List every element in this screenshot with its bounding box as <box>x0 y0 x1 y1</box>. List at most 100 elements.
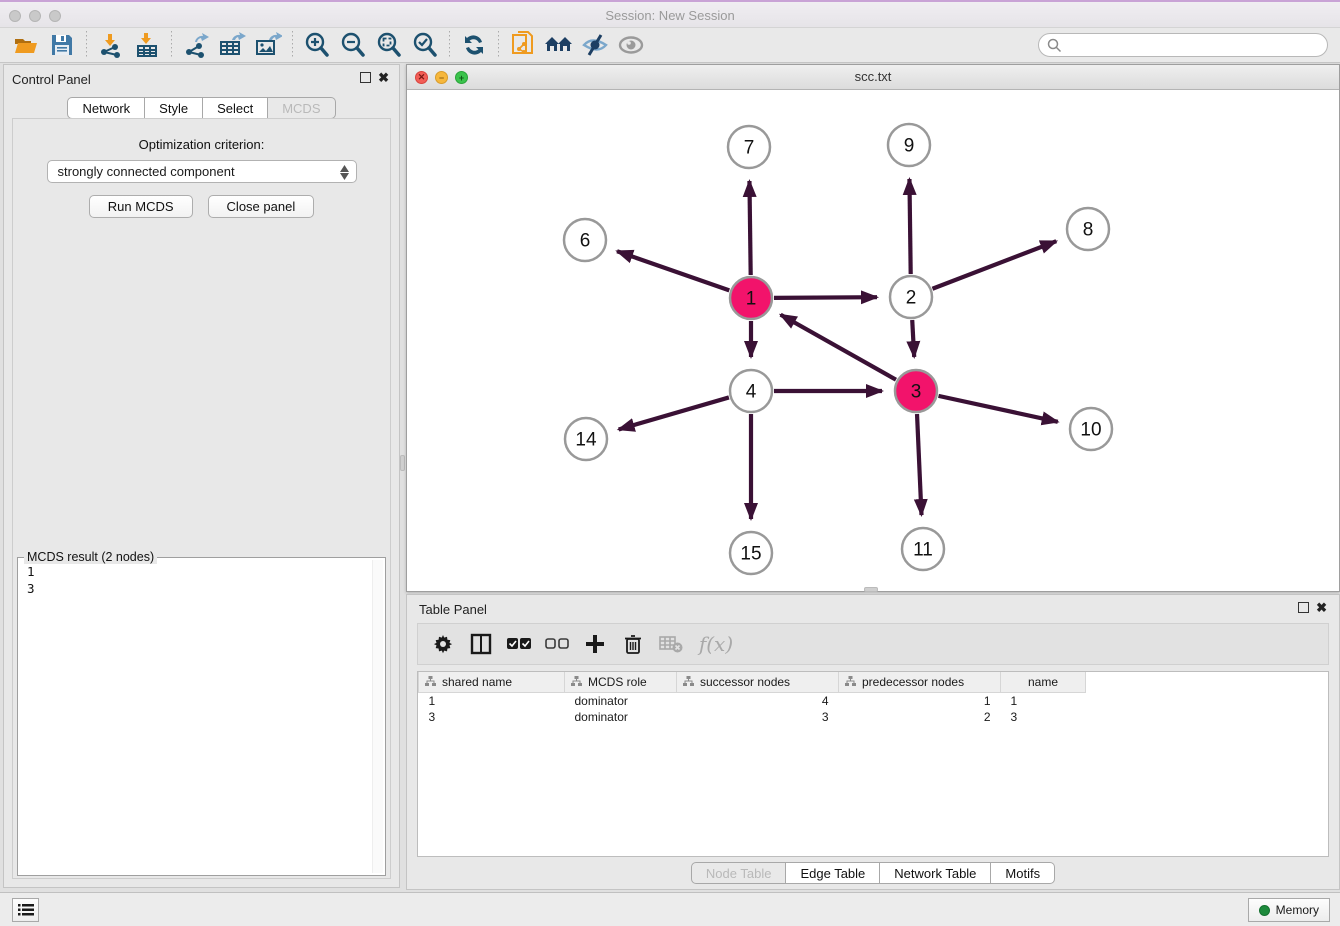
edge-3-10[interactable] <box>938 396 1057 422</box>
table-row[interactable]: 3dominator323 <box>419 709 1086 725</box>
table-cell[interactable]: 1 <box>1001 692 1086 709</box>
search-field[interactable] <box>1038 33 1328 57</box>
table-cell[interactable]: dominator <box>565 692 677 709</box>
task-history-button[interactable] <box>12 898 39 922</box>
table-cell[interactable]: 3 <box>677 709 839 725</box>
optimization-criterion-dropdown[interactable]: strongly connected component <box>47 160 357 183</box>
show-details-button[interactable] <box>613 30 649 60</box>
table-cell[interactable]: 2 <box>839 709 1001 725</box>
tab-node-table[interactable]: Node Table <box>691 862 787 884</box>
delete-table-button[interactable] <box>654 628 688 660</box>
node-label-3: 3 <box>911 382 922 403</box>
horizontal-splitter-handle[interactable] <box>864 587 878 592</box>
tab-motifs[interactable]: Motifs <box>991 862 1055 884</box>
edge-4-14[interactable] <box>619 397 729 429</box>
deselect-all-columns-button[interactable] <box>540 628 574 660</box>
open-folder-icon <box>13 33 39 57</box>
table-cell[interactable]: dominator <box>565 709 677 725</box>
mcds-result-text[interactable]: 1 3 <box>19 559 371 874</box>
vertical-splitter-handle[interactable] <box>400 455 405 471</box>
clone-network-button[interactable] <box>505 30 541 60</box>
export-network-button[interactable] <box>178 30 214 60</box>
table-cell[interactable]: 1 <box>839 692 1001 709</box>
select-all-columns-button[interactable] <box>502 628 536 660</box>
save-session-button[interactable] <box>44 30 80 60</box>
column-header-shared-name[interactable]: shared name <box>419 672 565 692</box>
column-header-successor-nodes[interactable]: successor nodes <box>677 672 839 692</box>
tab-style[interactable]: Style <box>145 97 203 119</box>
gear-icon <box>433 634 453 654</box>
hierarchy-icon <box>845 676 856 687</box>
memory-label: Memory <box>1276 903 1319 917</box>
export-table-icon <box>218 32 246 58</box>
table-settings-button[interactable] <box>426 628 460 660</box>
memory-button[interactable]: Memory <box>1248 898 1330 922</box>
double-house-icon <box>544 33 574 57</box>
float-table-panel-icon[interactable] <box>1298 602 1309 613</box>
close-table-panel-icon[interactable]: ✖ <box>1316 602 1327 613</box>
table-cell[interactable]: 4 <box>677 692 839 709</box>
create-column-button[interactable] <box>578 628 612 660</box>
mcds-result-box: MCDS result (2 nodes) 1 3 <box>17 557 386 876</box>
import-table-button[interactable] <box>129 30 165 60</box>
column-header-MCDS-role[interactable]: MCDS role <box>565 672 677 692</box>
hide-details-button[interactable] <box>577 30 613 60</box>
zoom-fit-button[interactable] <box>371 30 407 60</box>
eye-slash-icon <box>581 33 609 57</box>
search-input[interactable] <box>1062 35 1327 55</box>
tab-network[interactable]: Network <box>67 97 145 119</box>
result-scrollbar[interactable] <box>372 560 383 873</box>
home-button[interactable] <box>541 30 577 60</box>
float-panel-icon[interactable] <box>360 72 371 83</box>
run-mcds-button[interactable]: Run MCDS <box>89 195 193 218</box>
import-network-button[interactable] <box>93 30 129 60</box>
node-label-6: 6 <box>580 231 591 252</box>
column-header-predecessor-nodes[interactable]: predecessor nodes <box>839 672 1001 692</box>
table-cell[interactable]: 3 <box>419 709 565 725</box>
network-window-title: scc.txt <box>407 69 1339 84</box>
network-graph[interactable]: 7968124314101511 <box>407 90 1339 591</box>
edge-1-7[interactable] <box>749 181 750 275</box>
edge-2-9[interactable] <box>909 179 910 274</box>
column-header-name[interactable]: name <box>1001 672 1086 692</box>
search-icon <box>1047 38 1062 53</box>
refresh-icon <box>461 32 487 58</box>
node-label-8: 8 <box>1083 220 1094 241</box>
edge-2-8[interactable] <box>932 241 1056 289</box>
function-builder-button[interactable]: f(x) <box>692 628 740 660</box>
export-image-button[interactable] <box>250 30 286 60</box>
zoom-in-button[interactable] <box>299 30 335 60</box>
node-label-9: 9 <box>904 136 915 157</box>
tab-select[interactable]: Select <box>203 97 268 119</box>
node-label-1: 1 <box>746 289 757 310</box>
fx-icon: f(x) <box>699 632 733 656</box>
columns-icon <box>470 633 492 655</box>
export-table-button[interactable] <box>214 30 250 60</box>
node-table: shared nameMCDS rolesuccessor nodesprede… <box>417 671 1329 857</box>
toolbar-separator <box>86 31 87 59</box>
tab-mcds[interactable]: MCDS <box>268 97 335 119</box>
network-canvas[interactable]: 7968124314101511 <box>407 90 1339 591</box>
zoom-selected-button[interactable] <box>407 30 443 60</box>
edge-3-1[interactable] <box>781 315 896 380</box>
hierarchy-icon <box>683 676 694 687</box>
close-panel-button[interactable]: Close panel <box>208 195 315 218</box>
tab-edge-table[interactable]: Edge Table <box>786 862 880 884</box>
network-window-titlebar[interactable]: ✕ − + scc.txt <box>407 65 1339 90</box>
tab-network-table[interactable]: Network Table <box>880 862 991 884</box>
edge-2-3[interactable] <box>912 320 914 357</box>
delete-column-button[interactable] <box>616 628 650 660</box>
open-session-button[interactable] <box>8 30 44 60</box>
edge-1-6[interactable] <box>617 251 729 290</box>
table-row[interactable]: 1dominator411 <box>419 692 1086 709</box>
edge-1-2[interactable] <box>774 297 877 298</box>
table-cell[interactable]: 1 <box>419 692 565 709</box>
zoom-out-button[interactable] <box>335 30 371 60</box>
show-column-panel-button[interactable] <box>464 628 498 660</box>
zoom-in-icon <box>304 32 330 58</box>
table-cell[interactable]: 3 <box>1001 709 1086 725</box>
plus-icon <box>585 634 605 654</box>
refresh-button[interactable] <box>456 30 492 60</box>
edge-3-11[interactable] <box>917 414 921 515</box>
close-panel-icon[interactable]: ✖ <box>378 72 389 83</box>
